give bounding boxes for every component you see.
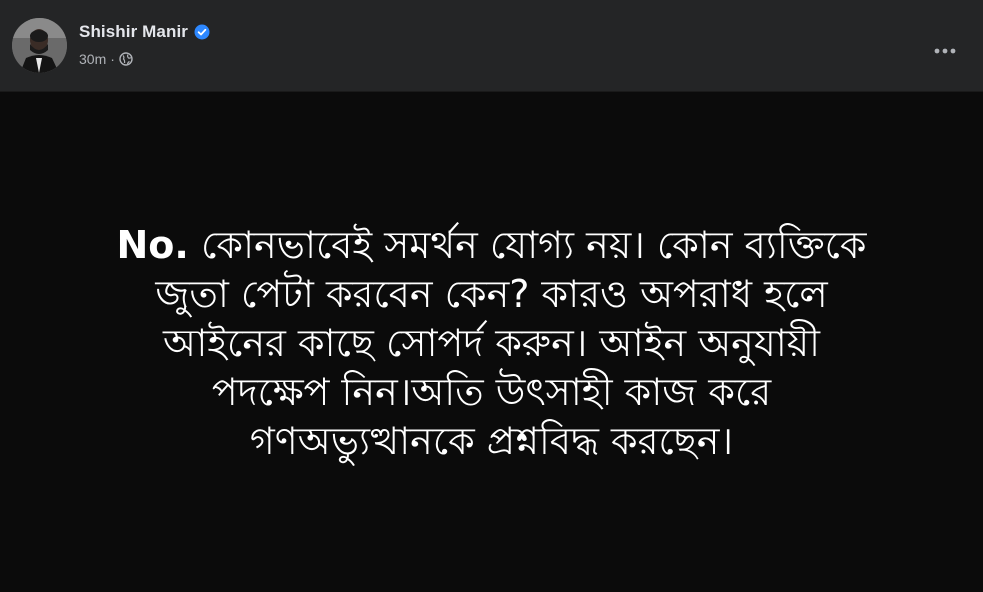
timestamp[interactable]: 30m [79,51,106,67]
post-text-line-1-body: কোনভাবেই সমর্থন যোগ্য নয়। কোন ব্যক্তিকে [200,222,867,267]
facebook-post: Shishir Manir 30m · No. কোনভাবেই সমর্থন … [0,0,983,592]
post-meta: 30m · [79,51,133,67]
avatar[interactable] [12,18,67,73]
more-horizontal-icon [933,42,957,54]
post-text-line-4: পদক্ষেপ নিন।অতি উৎসাহী কাজ করে [211,369,772,414]
post-text-line-3: আইনের কাছে সোপর্দ করুন। আইন অনুযায়ী [162,320,821,365]
author-name[interactable]: Shishir Manir [79,22,188,42]
post-text-line-1: No. কোনভাবেই সমর্থন যোগ্য নয়। কোন ব্যক্… [42,221,942,270]
post-header: Shishir Manir 30m · [0,0,983,92]
post-text-line-5: গণঅভ্যুত্থানকে প্রশ্নবিদ্ধ করছেন। [249,418,734,463]
post-lead: No. [116,222,189,267]
verified-badge-icon [194,24,210,40]
post-text: No. কোনভাবেই সমর্থন যোগ্য নয়। কোন ব্যক্… [42,221,942,466]
avatar-image [12,18,67,73]
post-body: No. কোনভাবেই সমর্থন যোগ্য নয়। কোন ব্যক্… [0,92,983,592]
more-options-button[interactable] [927,28,963,64]
globe-icon[interactable] [119,52,133,66]
post-text-line-2: জুতা পেটা করবেন কেন? কারও অপরাধ হলে [155,271,828,316]
author-row: Shishir Manir [79,22,210,42]
meta-separator: · [110,51,115,67]
